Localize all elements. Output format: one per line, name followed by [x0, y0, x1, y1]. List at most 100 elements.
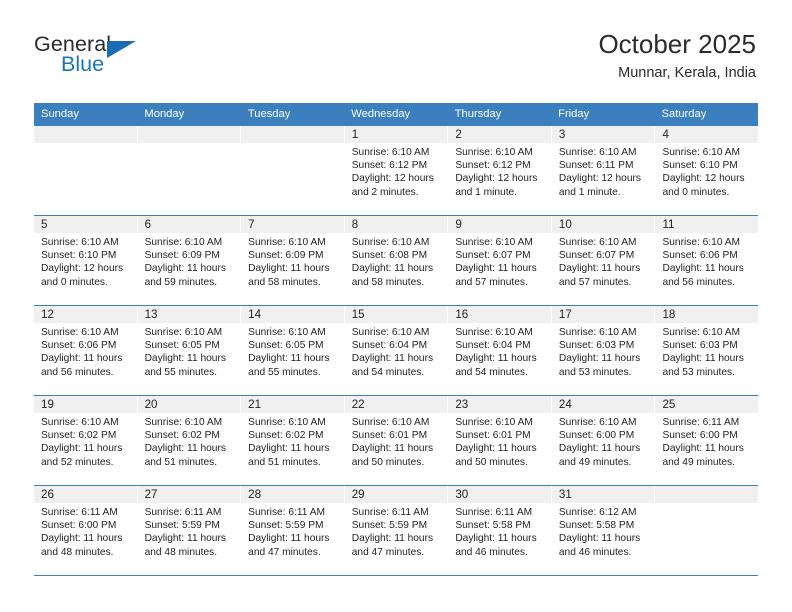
calendar-day-cell-empty: [241, 126, 345, 215]
daylight-text-line1: Daylight: 12 hours: [662, 173, 745, 185]
day-number: 11: [655, 216, 759, 233]
sunset-text: Sunset: 6:02 PM: [41, 430, 117, 442]
calendar-day-cell[interactable]: 13 Sunrise: 6:10 AM Sunset: 6:05 PM Dayligh…: [137, 306, 242, 395]
sunset-text: Sunset: 6:00 PM: [41, 520, 117, 532]
sunrise-text: Sunrise: 6:10 AM: [144, 237, 223, 248]
sunset-text: Sunset: 6:08 PM: [351, 250, 428, 262]
calendar-day-cell-empty: [655, 486, 759, 575]
calendar-day-cell[interactable]: 9 Sunrise: 6:10 AM Sunset: 6:07 PM Daylight…: [448, 216, 552, 305]
calendar-day-cell[interactable]: 14 Sunrise: 6:10 AM Sunset: 6:05 PM Dayligh…: [241, 306, 345, 395]
calendar-day-cell[interactable]: 7 Sunrise: 6:10 AM Sunset: 6:09 PM Daylight…: [241, 216, 345, 305]
calendar-day-cell[interactable]: 25 Sunrise: 6:11 AM Sunset: 6:00 PM Dayligh…: [655, 396, 759, 485]
day-details: Sunrise: 6:10 AM Sunset: 6:12 PM Daylight:…: [448, 143, 551, 199]
daylight-text-line2: and 50 minutes.: [351, 456, 425, 468]
sunrise-text: Sunrise: 6:10 AM: [41, 237, 119, 248]
sunrise-text: Sunrise: 6:10 AM: [144, 327, 223, 338]
daylight-text-line2: and 55 minutes.: [248, 366, 321, 378]
day-of-week-header-row: Sunday Monday Tuesday Wednesday Thursday Frid…: [34, 103, 758, 126]
calendar-day-cell[interactable]: 21 Sunrise: 6:10 AM Sunset: 6:02 PM Dayligh…: [241, 396, 345, 485]
daylight-text-line1: Daylight: 11 hours: [455, 443, 537, 455]
calendar-day-cell[interactable]: 11 Sunrise: 6:10 AM Sunset: 6:06 PM Dayligh…: [655, 216, 759, 305]
day-header-sunday: Sunday: [41, 108, 79, 120]
daylight-text-line2: and 1 minute.: [558, 186, 621, 198]
sunrise-text: Sunrise: 6:10 AM: [248, 327, 326, 338]
day-number: 6: [137, 216, 241, 233]
sunset-text: Sunset: 6:07 PM: [558, 250, 635, 262]
calendar-day-cell[interactable]: 17 Sunrise: 6:10 AM Sunset: 6:03 PM Dayligh…: [551, 306, 656, 395]
calendar-day-cell[interactable]: 31 Sunrise: 6:12 AM Sunset: 5:58 PM Dayligh…: [551, 486, 656, 575]
calendar-day-cell[interactable]: 5 Sunrise: 6:10 AM Sunset: 6:10 PM Daylight…: [34, 216, 138, 305]
daylight-text-line1: Daylight: 11 hours: [41, 353, 123, 365]
sunset-text: Sunset: 6:00 PM: [558, 430, 635, 442]
daylight-text-line1: Daylight: 11 hours: [662, 263, 744, 275]
sunset-text: Sunset: 5:59 PM: [351, 520, 428, 532]
day-number: 27: [137, 486, 241, 503]
day-number: 18: [655, 306, 759, 323]
daylight-text-line2: and 58 minutes.: [351, 276, 425, 288]
day-details: Sunrise: 6:10 AM Sunset: 6:02 PM Daylight:…: [241, 413, 344, 469]
day-number: 10: [551, 216, 655, 233]
calendar-day-cell[interactable]: 22 Sunrise: 6:10 AM Sunset: 6:01 PM Dayligh…: [344, 396, 449, 485]
calendar-day-cell[interactable]: 30 Sunrise: 6:11 AM Sunset: 5:58 PM Dayligh…: [448, 486, 552, 575]
sunrise-text: Sunrise: 6:10 AM: [144, 417, 223, 428]
day-number: 25: [655, 396, 759, 413]
day-header-friday: Friday: [558, 108, 590, 120]
calendar-day-cell[interactable]: 3 Sunrise: 6:10 AM Sunset: 6:11 PM Daylight…: [551, 126, 656, 215]
day-details: Sunrise: 6:10 AM Sunset: 6:06 PM Daylight:…: [34, 323, 137, 379]
day-number: 19: [34, 396, 137, 413]
calendar-day-cell[interactable]: 12 Sunrise: 6:10 AM Sunset: 6:06 PM Dayligh…: [34, 306, 138, 395]
sunrise-text: Sunrise: 6:10 AM: [455, 417, 533, 428]
page-header: General Blue October 2025 Munnar, Kerala…: [34, 28, 756, 92]
calendar-day-cell[interactable]: 26 Sunrise: 6:11 AM Sunset: 6:00 PM Dayligh…: [34, 486, 138, 575]
day-number: 3: [551, 126, 655, 143]
calendar-day-cell[interactable]: 28 Sunrise: 6:11 AM Sunset: 5:59 PM Dayligh…: [241, 486, 345, 575]
calendar-day-cell[interactable]: 15 Sunrise: 6:10 AM Sunset: 6:04 PM Dayligh…: [344, 306, 449, 395]
calendar-day-cell[interactable]: 24 Sunrise: 6:10 AM Sunset: 6:00 PM Dayligh…: [551, 396, 656, 485]
sunset-text: Sunset: 6:05 PM: [248, 340, 324, 352]
calendar-day-cell[interactable]: 23 Sunrise: 6:10 AM Sunset: 6:01 PM Dayligh…: [448, 396, 552, 485]
day-details: Sunrise: 6:10 AM Sunset: 6:09 PM Daylight:…: [241, 233, 344, 289]
calendar-day-cell[interactable]: 18 Sunrise: 6:10 AM Sunset: 6:03 PM Dayligh…: [655, 306, 759, 395]
day-number: 31: [551, 486, 655, 503]
day-number: 2: [448, 126, 551, 143]
sunrise-text: Sunrise: 6:10 AM: [558, 417, 637, 428]
calendar-day-cell[interactable]: 20 Sunrise: 6:10 AM Sunset: 6:02 PM Dayligh…: [137, 396, 242, 485]
calendar-day-cell[interactable]: 10 Sunrise: 6:10 AM Sunset: 6:07 PM Dayligh…: [551, 216, 656, 305]
sunrise-text: Sunrise: 6:10 AM: [248, 417, 326, 428]
daylight-text-line2: and 2 minutes.: [351, 186, 419, 198]
calendar-day-cell[interactable]: 8 Sunrise: 6:10 AM Sunset: 6:08 PM Daylight…: [344, 216, 449, 305]
daylight-text-line2: and 57 minutes.: [455, 276, 528, 288]
calendar-day-cell[interactable]: 1 Sunrise: 6:10 AM Sunset: 6:12 PM Daylight…: [344, 126, 449, 215]
calendar-day-cell-empty: [34, 126, 138, 215]
day-number: 5: [34, 216, 137, 233]
daylight-text-line1: Daylight: 11 hours: [248, 533, 330, 545]
calendar-week-row: 26 Sunrise: 6:11 AM Sunset: 6:00 PM Dayligh…: [34, 486, 759, 576]
calendar-day-cell[interactable]: 16 Sunrise: 6:10 AM Sunset: 6:04 PM Dayligh…: [448, 306, 552, 395]
day-number: [241, 126, 344, 143]
daylight-text-line2: and 52 minutes.: [41, 456, 114, 468]
daylight-text-line1: Daylight: 11 hours: [248, 443, 330, 455]
daylight-text-line1: Daylight: 11 hours: [351, 263, 434, 275]
calendar-day-cell[interactable]: 6 Sunrise: 6:10 AM Sunset: 6:09 PM Daylight…: [137, 216, 242, 305]
day-details: Sunrise: 6:10 AM Sunset: 6:01 PM Daylight:…: [448, 413, 551, 469]
sunrise-text: Sunrise: 6:10 AM: [455, 327, 533, 338]
daylight-text-line1: Daylight: 11 hours: [248, 353, 330, 365]
day-details: Sunrise: 6:10 AM Sunset: 6:02 PM Daylight:…: [34, 413, 137, 469]
daylight-text-line2: and 53 minutes.: [558, 366, 632, 378]
daylight-text-line2: and 47 minutes.: [351, 546, 425, 558]
day-details: Sunrise: 6:10 AM Sunset: 6:11 PM Daylight:…: [552, 143, 655, 199]
calendar-day-cell[interactable]: 27 Sunrise: 6:11 AM Sunset: 5:59 PM Dayligh…: [137, 486, 242, 575]
general-blue-logo[interactable]: General Blue: [34, 32, 214, 84]
day-number: 26: [34, 486, 137, 503]
calendar-day-cell[interactable]: 2 Sunrise: 6:10 AM Sunset: 6:12 PM Daylight…: [448, 126, 552, 215]
calendar-day-cell[interactable]: 4 Sunrise: 6:10 AM Sunset: 6:10 PM Daylight…: [655, 126, 759, 215]
sunrise-text: Sunrise: 6:11 AM: [662, 417, 740, 428]
sunrise-text: Sunrise: 6:10 AM: [248, 237, 326, 248]
calendar-day-cell[interactable]: 19 Sunrise: 6:10 AM Sunset: 6:02 PM Dayligh…: [34, 396, 138, 485]
sunset-text: Sunset: 6:03 PM: [662, 340, 738, 352]
sunrise-text: Sunrise: 6:10 AM: [351, 327, 430, 338]
daylight-text-line1: Daylight: 11 hours: [558, 443, 641, 455]
calendar-week-row: 12 Sunrise: 6:10 AM Sunset: 6:06 PM Dayligh…: [34, 306, 759, 396]
day-number: 16: [448, 306, 551, 323]
calendar-day-cell[interactable]: 29 Sunrise: 6:11 AM Sunset: 5:59 PM Dayligh…: [344, 486, 449, 575]
